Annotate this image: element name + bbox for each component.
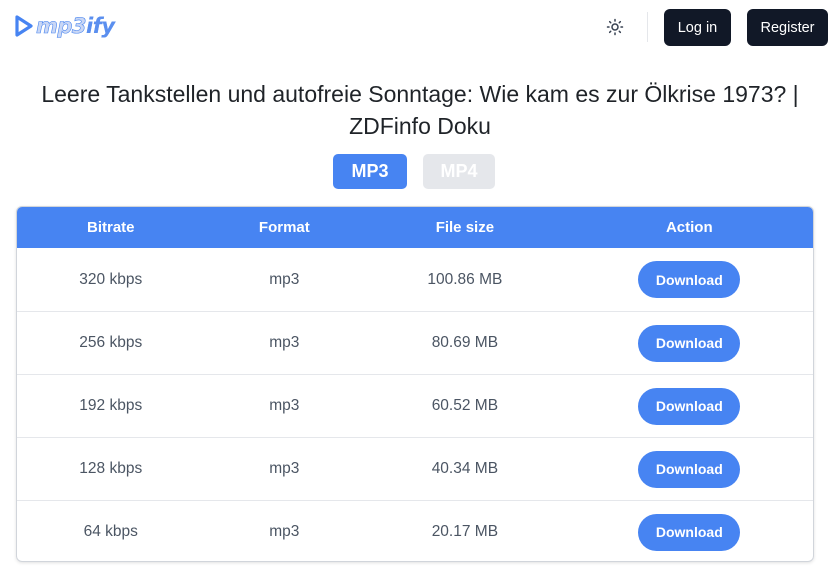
format-cell: mp3: [269, 270, 300, 288]
download-button[interactable]: Download: [638, 324, 741, 362]
header-format: Format: [258, 219, 310, 236]
format-tabs: MP3 MP4: [333, 154, 495, 189]
tab-mp3[interactable]: MP3: [333, 154, 407, 189]
file-size-cell: 20.17 MB: [431, 523, 499, 540]
download-button[interactable]: Download: [638, 387, 741, 425]
table-row: 64 kbps mp3 20.17 MB Download: [17, 500, 813, 561]
header-bitrate: Bitrate: [87, 219, 135, 236]
register-button[interactable]: Register: [747, 9, 828, 46]
download-button[interactable]: Download: [638, 513, 741, 551]
header-divider: [647, 12, 648, 42]
table-row: 320 kbps mp3 100.86 MB Download: [17, 248, 813, 311]
download-button[interactable]: Download: [638, 261, 741, 298]
bitrate-cell: 128 kbps: [79, 460, 143, 477]
video-title: Leere Tankstellen und autofreie Sonntage…: [41, 81, 799, 139]
download-button[interactable]: Download: [638, 450, 741, 488]
format-cell: mp3: [269, 397, 300, 414]
site-header: mp3ify Log in Register: [0, 0, 840, 56]
sun-icon: [606, 18, 624, 36]
theme-toggle-button[interactable]: [603, 15, 627, 39]
action-cell: Download: [566, 438, 813, 500]
file-size-cell: 40.34 MB: [431, 460, 499, 477]
action-cell: Download: [566, 312, 813, 374]
format-cell: mp3: [269, 334, 300, 351]
bitrate-cell: 320 kbps: [79, 270, 143, 288]
action-cell: Download: [566, 248, 813, 311]
download-table: Bitrate Format File size Action 320 kbps…: [16, 206, 814, 562]
format-cell: mp3: [269, 460, 300, 477]
file-size-cell: 80.69 MB: [431, 334, 499, 351]
table-row: 128 kbps mp3 40.34 MB Download: [17, 437, 813, 500]
file-size-cell: 60.52 MB: [431, 397, 499, 414]
header-action: Action: [665, 219, 713, 236]
site-logo[interactable]: mp3ify: [14, 14, 115, 38]
table-row: 256 kbps mp3 80.69 MB Download: [17, 311, 813, 374]
tab-mp4[interactable]: MP4: [423, 154, 495, 189]
play-icon: [15, 15, 33, 37]
logo-text: mp3ify: [36, 14, 115, 39]
login-button[interactable]: Log in: [664, 9, 731, 46]
header-file-size: File size: [435, 219, 495, 236]
bitrate-cell: 256 kbps: [79, 334, 143, 351]
bitrate-cell: 192 kbps: [79, 397, 143, 414]
file-size-cell: 100.86 MB: [427, 270, 503, 288]
table-header: Bitrate Format File size Action: [17, 207, 813, 248]
bitrate-cell: 64 kbps: [83, 523, 138, 540]
action-cell: Download: [566, 375, 813, 437]
format-cell: mp3: [269, 523, 300, 540]
action-cell: Download: [566, 501, 813, 561]
table-body: 320 kbps mp3 100.86 MB Download 256 kbps…: [17, 248, 813, 561]
table-row: 192 kbps mp3 60.52 MB Download: [17, 374, 813, 437]
